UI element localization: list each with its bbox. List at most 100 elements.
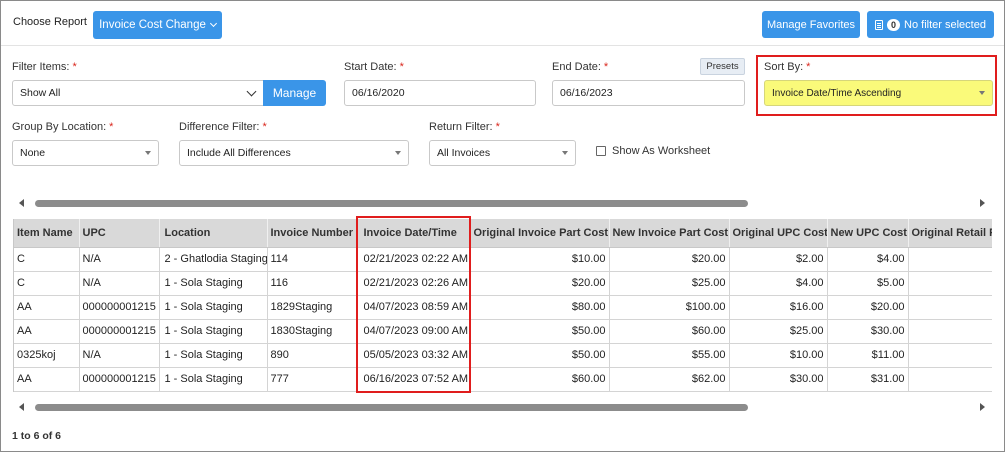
table-row[interactable]: AA 000000001215 1 - Sola Staging 1830Stagin… — [14, 319, 992, 344]
column-header[interactable]: Original UPC Cost — [729, 219, 828, 248]
table-cell: AA — [14, 319, 80, 344]
table-cell: $60.00 — [470, 367, 610, 392]
table-row[interactable]: AA 000000001215 1 - Sola Staging 777 06/16/2… — [14, 367, 992, 392]
end-date-value: 06/16/2023 — [560, 87, 613, 99]
group-by-location-select[interactable]: None — [12, 140, 159, 166]
scroll-left-icon[interactable] — [19, 403, 24, 411]
table-cell: $100.00 — [609, 295, 730, 320]
table-cell: $3 — [908, 343, 992, 368]
table-cell: 2 - Ghatlodia Staging — [159, 247, 268, 272]
table-cell: $50.00 — [470, 343, 610, 368]
table-cell: 890 — [267, 343, 358, 368]
column-header[interactable]: Original Invoice Part Cost — [470, 219, 610, 248]
table-cell: $5.00 — [827, 271, 909, 296]
table-cell: $10.00 — [729, 343, 828, 368]
table-row[interactable]: C N/A 2 - Ghatlodia Staging 114 02/21/2023 0… — [14, 247, 992, 272]
table-cell: $4.00 — [729, 271, 828, 296]
table-cell: 02/21/2023 02:22 AM — [357, 247, 471, 272]
difference-filter-label: Difference Filter: * — [179, 121, 267, 133]
show-as-worksheet-label[interactable]: Show As Worksheet — [612, 145, 710, 157]
table-cell: 1829Staging — [267, 295, 358, 320]
table-cell: 000000001215 — [79, 319, 160, 344]
manage-favorites-button[interactable]: Manage Favorites — [762, 11, 860, 38]
table-row[interactable]: C N/A 1 - Sola Staging 116 02/21/2023 02:26 … — [14, 271, 992, 296]
start-date-label: Start Date: * — [344, 61, 404, 73]
table-cell: $4.00 — [827, 247, 909, 272]
sort-by-value: Invoice Date/Time Ascending — [772, 87, 902, 99]
table-cell: 06/16/2023 07:52 AM — [357, 367, 471, 392]
caret-down-icon — [562, 151, 568, 155]
table-cell: $3 — [908, 367, 992, 392]
pagination-summary: 1 to 6 of 6 — [12, 430, 62, 442]
report-table: Item Name UPC Location Invoice Number In… — [14, 219, 992, 392]
column-header[interactable]: Location — [159, 219, 268, 248]
difference-filter-select[interactable]: Include All Differences — [179, 140, 409, 166]
table-row[interactable]: AA 000000001215 1 - Sola Staging 1829Stagin… — [14, 295, 992, 320]
scroll-right-icon[interactable] — [980, 403, 985, 411]
table-header-row: Item Name UPC Location Invoice Number In… — [14, 219, 992, 248]
report-grid: Item Name UPC Location Invoice Number In… — [13, 219, 992, 392]
show-as-worksheet-checkbox[interactable] — [596, 146, 606, 156]
table-cell: 04/07/2023 09:00 AM — [357, 319, 471, 344]
table-cell: C — [14, 247, 80, 272]
table-cell: $25.00 — [729, 319, 828, 344]
table-cell: 1 - Sola Staging — [159, 319, 268, 344]
return-filter-select[interactable]: All Invoices — [429, 140, 576, 166]
table-cell: $30.00 — [827, 319, 909, 344]
scroll-right-icon[interactable] — [980, 199, 985, 207]
table-cell: 0325koj — [14, 343, 80, 368]
table-cell: 777 — [267, 367, 358, 392]
table-cell: $ — [908, 319, 992, 344]
end-date-input[interactable]: 06/16/2023 — [552, 80, 745, 106]
column-header[interactable]: Original Retail P — [908, 219, 992, 248]
table-cell: $25.00 — [609, 271, 730, 296]
filter-items-select[interactable]: Show All — [12, 80, 264, 106]
table-cell: $20.00 — [827, 295, 909, 320]
table-cell: N/A — [79, 343, 160, 368]
report-button-label: Invoice Cost Change — [99, 19, 206, 31]
start-date-input[interactable]: 06/16/2020 — [344, 80, 536, 106]
group-by-location-label: Group By Location: * — [12, 121, 114, 133]
bottom-horizontal-scrollbar[interactable] — [14, 401, 990, 413]
column-header[interactable]: New Invoice Part Cost — [609, 219, 730, 248]
return-filter-value: All Invoices — [437, 147, 491, 159]
column-header[interactable]: Invoice Date/Time — [357, 219, 471, 248]
scrollbar-thumb[interactable] — [35, 404, 748, 411]
report-header: Choose Report Invoice Cost Change Manage… — [1, 1, 1004, 46]
group-by-location-value: None — [20, 147, 46, 159]
scrollbar-thumb[interactable] — [35, 200, 748, 207]
caret-down-icon — [395, 151, 401, 155]
column-header[interactable]: Item Name — [14, 219, 80, 248]
filter-count-badge: 0 — [887, 18, 901, 31]
scroll-left-icon[interactable] — [19, 199, 24, 207]
choose-report-label: Choose Report — [13, 16, 87, 28]
table-cell: 02/21/2023 02:26 AM — [357, 271, 471, 296]
manage-button[interactable]: Manage — [263, 80, 326, 106]
table-cell: $80.00 — [470, 295, 610, 320]
column-header[interactable]: UPC — [79, 219, 160, 248]
table-cell: 000000001215 — [79, 367, 160, 392]
table-cell: 1 - Sola Staging — [159, 343, 268, 368]
table-cell: 114 — [267, 247, 358, 272]
table-cell: AA — [14, 295, 80, 320]
filter-items-value: Show All — [20, 87, 61, 99]
presets-button[interactable]: Presets — [700, 58, 745, 75]
table-cell: 05/05/2023 03:32 AM — [357, 343, 471, 368]
table-cell: 04/07/2023 08:59 AM — [357, 295, 471, 320]
table-cell: $ — [908, 295, 992, 320]
table-cell: 1 - Sola Staging — [159, 295, 268, 320]
chevron-down-icon — [209, 19, 217, 28]
table-cell: $30.00 — [729, 367, 828, 392]
filter-button[interactable]: 0 No filter selected — [867, 11, 994, 38]
table-row[interactable]: 0325koj N/A 1 - Sola Staging 890 05/05/2023 … — [14, 343, 992, 368]
table-cell: N/A — [79, 247, 160, 272]
table-cell: $1 — [908, 271, 992, 296]
column-header[interactable]: Invoice Number — [267, 219, 358, 248]
column-header[interactable]: New UPC Cost — [827, 219, 909, 248]
choose-report-dropdown[interactable]: Invoice Cost Change — [93, 11, 222, 39]
table-cell: $50.00 — [470, 319, 610, 344]
sort-by-select[interactable]: Invoice Date/Time Ascending — [764, 80, 993, 106]
table-cell: $16.00 — [729, 295, 828, 320]
top-horizontal-scrollbar[interactable] — [14, 197, 990, 209]
table-cell: $31.00 — [827, 367, 909, 392]
